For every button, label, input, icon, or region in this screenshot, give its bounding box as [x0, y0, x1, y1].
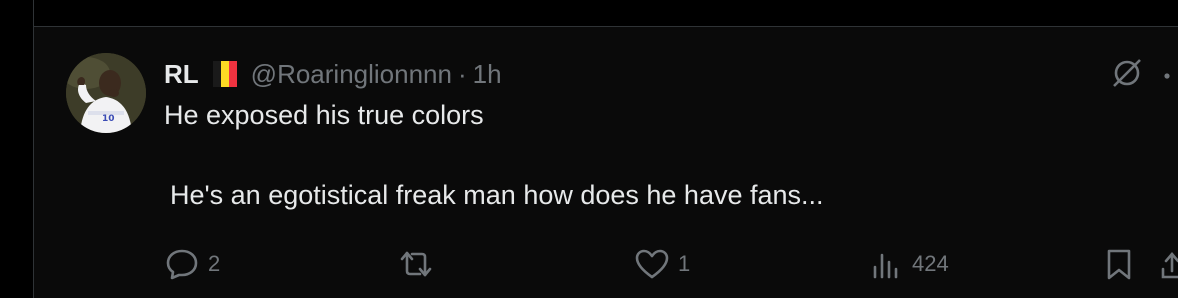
header-separator: · [457, 58, 467, 89]
tweet-text-line-1: He exposed his true colors [164, 100, 484, 130]
like-count: 1 [678, 251, 691, 276]
tweet-header: RL @Roaringlionnnn · 1h [164, 58, 502, 90]
more-dots-icon[interactable] [1162, 68, 1178, 86]
grok-slash-icon[interactable] [1110, 56, 1144, 95]
avatar-jersey-number: 10 [102, 114, 115, 124]
bookmark-icon [1107, 249, 1131, 280]
retweet-button[interactable] [396, 246, 444, 282]
tweet-time[interactable]: 1h [473, 59, 502, 90]
avatar-photo: 10 [66, 53, 146, 133]
tweet-text-line-2: He's an egotistical freak man how does h… [170, 180, 824, 210]
share-icon [1161, 252, 1178, 279]
belgium-flag-icon [212, 61, 237, 87]
reply-button[interactable]: 2 [164, 246, 220, 282]
share-button[interactable] [1160, 246, 1178, 282]
heart-icon [635, 249, 669, 279]
bookmark-button[interactable] [1104, 246, 1134, 282]
views-bar-icon [873, 253, 898, 279]
like-button[interactable]: 1 [634, 246, 690, 282]
author-name[interactable]: RL [164, 59, 199, 90]
reply-bubble-icon [166, 249, 198, 280]
flag-stripe-red [228, 61, 237, 87]
retweet-icon [400, 251, 432, 277]
views-button[interactable]: 424 [870, 246, 949, 282]
flag-stripe-yellow [220, 61, 229, 87]
previous-tweet-area [0, 0, 1178, 27]
reply-count: 2 [208, 251, 221, 276]
views-count: 424 [912, 251, 949, 276]
flag-stripe-black [212, 61, 221, 87]
author-handle[interactable]: @Roaringlionnnn [251, 59, 452, 90]
avatar[interactable]: 10 [66, 53, 146, 133]
